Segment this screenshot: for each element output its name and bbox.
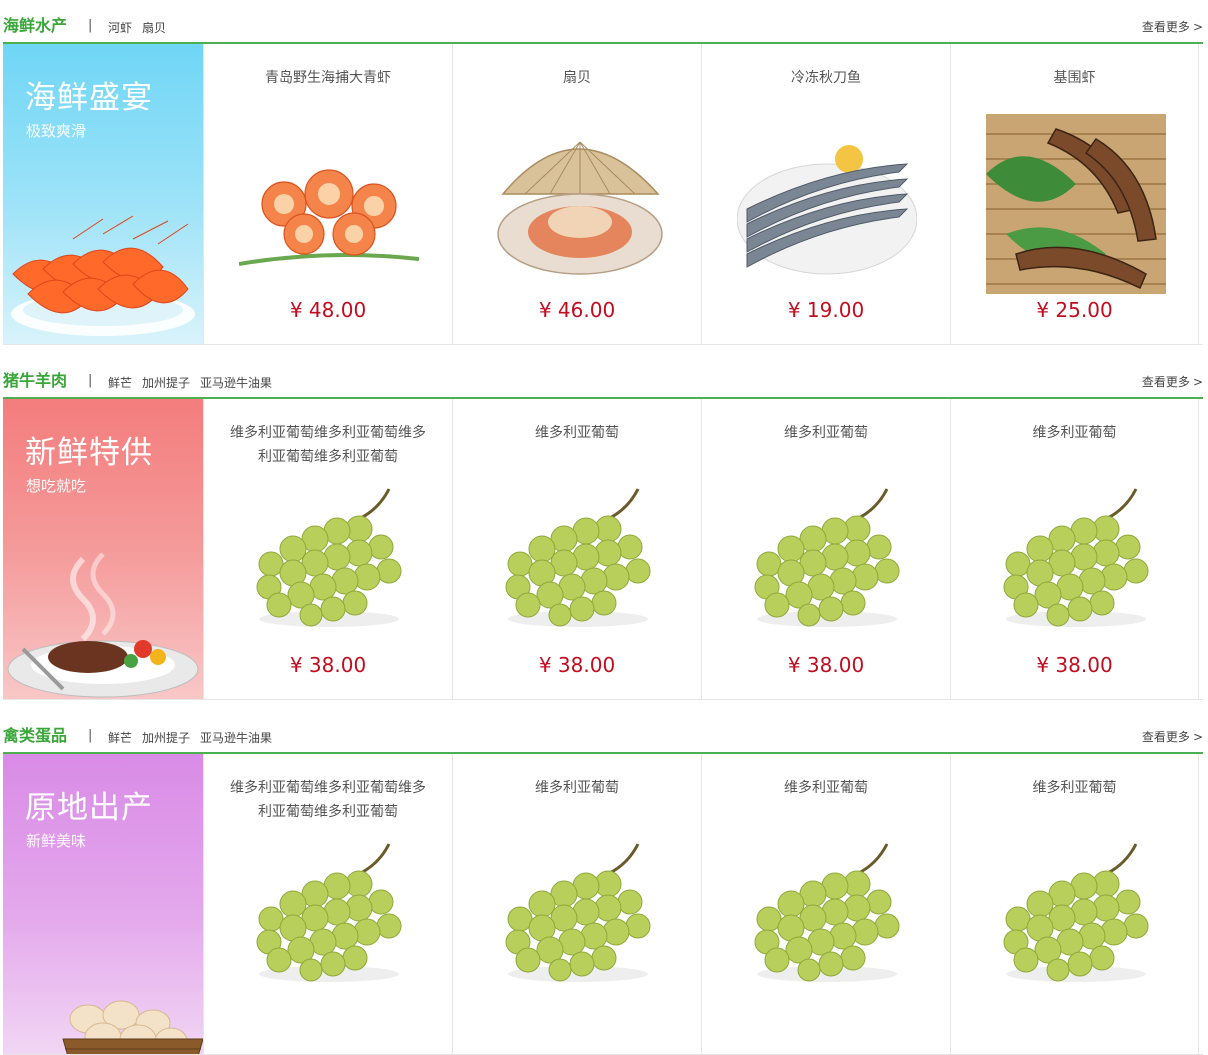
grapes-image[interactable]	[488, 824, 668, 1004]
product-name[interactable]: 维多利亚葡萄维多利亚葡萄维多利亚葡萄维多利亚葡萄	[224, 776, 432, 824]
tag-list: 鲜芒 加州提子 亚马逊牛油果	[108, 374, 282, 391]
header-separator: |	[88, 373, 93, 388]
product-name[interactable]: 维多利亚葡萄	[971, 421, 1178, 445]
product-card[interactable]: 维多利亚葡萄维多利亚葡萄维多利亚葡萄维多利亚葡萄	[203, 754, 452, 1054]
product-card[interactable]: 冷冻秋刀鱼 ¥ 19.00	[701, 44, 950, 344]
section-seafood: 海鲜水产 | 河虾 扇贝 查看更多 > 海鲜盛宴 极致爽滑 青岛野生海捕大青虾 …	[3, 0, 1203, 345]
grapes-image[interactable]	[239, 469, 419, 649]
tag-list: 鲜芒 加州提子 亚马逊牛油果	[108, 729, 282, 746]
view-more-link[interactable]: 查看更多 >	[1142, 373, 1203, 390]
tag-link[interactable]: 加州提子	[142, 731, 190, 745]
product-price: ¥ 46.00	[538, 298, 616, 322]
steak-plate-image	[7, 552, 199, 698]
product-card[interactable]: 扇贝 ¥ 46.00	[452, 44, 701, 344]
section-poultry: 禽类蛋品 | 鲜芒 加州提子 亚马逊牛油果 查看更多 > 原地出产 新鲜美味 维多利亚…	[3, 710, 1203, 1055]
product-price: ¥ 38.00	[289, 653, 367, 677]
product-name[interactable]: 维多利亚葡萄	[473, 421, 681, 445]
product-card[interactable]: 青岛野生海捕大青虾 ¥ 48.00	[203, 44, 452, 344]
shrimp-image[interactable]	[239, 114, 419, 294]
product-price: ¥ 25.00	[1036, 298, 1113, 322]
product-name[interactable]: 维多利亚葡萄	[722, 776, 930, 800]
product-name[interactable]: 维多利亚葡萄	[722, 421, 930, 445]
view-more-label: 查看更多	[1141, 730, 1190, 744]
grapes-image[interactable]	[737, 469, 917, 649]
egg-basket-image	[62, 1000, 203, 1054]
section-body: 海鲜盛宴 极致爽滑 青岛野生海捕大青虾 ¥ 48.00 扇贝 ¥ 46.00 冷…	[3, 44, 1203, 345]
promo-banner[interactable]: 原地出产 新鲜美味	[3, 754, 203, 1054]
product-name[interactable]: 维多利亚葡萄	[473, 776, 681, 800]
product-card[interactable]: 维多利亚葡萄 ¥ 38.00	[452, 399, 701, 699]
tag-link[interactable]: 加州提子	[142, 376, 190, 390]
scallop-image[interactable]	[488, 114, 668, 294]
product-card[interactable]: 维多利亚葡萄 ¥ 38.00	[701, 399, 950, 699]
tag-list: 河虾 扇贝	[108, 19, 176, 36]
grapes-image[interactable]	[986, 469, 1166, 649]
header-separator: |	[88, 728, 93, 743]
view-more-label: 查看更多	[1141, 375, 1190, 389]
tag-link[interactable]: 鲜芒	[108, 731, 132, 745]
view-more-link[interactable]: 查看更多 >	[1142, 728, 1203, 745]
promo-banner[interactable]: 海鲜盛宴 极致爽滑	[3, 44, 203, 344]
product-name[interactable]: 维多利亚葡萄维多利亚葡萄维多利亚葡萄维多利亚葡萄	[224, 421, 432, 469]
view-more-label: 查看更多	[1141, 20, 1190, 34]
product-card[interactable]: 维多利亚葡萄	[452, 754, 701, 1054]
tag-link[interactable]: 鲜芒	[108, 376, 132, 390]
product-card[interactable]: 维多利亚葡萄	[701, 754, 950, 1054]
banner-title: 原地出产	[25, 790, 153, 826]
product-card[interactable]: 维多利亚葡萄维多利亚葡萄维多利亚葡萄维多利亚葡萄 ¥ 38.00	[203, 399, 452, 699]
tag-link[interactable]: 亚马逊牛油果	[200, 731, 272, 745]
section-header: 海鲜水产 | 河虾 扇贝 查看更多 >	[3, 0, 1203, 44]
product-card[interactable]: 维多利亚葡萄 ¥ 38.00	[950, 399, 1199, 699]
chevron-right-icon: >	[1192, 20, 1203, 34]
shrimp-platter-image	[11, 215, 195, 336]
product-name[interactable]: 冷冻秋刀鱼	[722, 66, 930, 90]
product-price: ¥ 38.00	[538, 653, 616, 677]
chevron-right-icon: >	[1192, 375, 1203, 389]
saury-fish-image[interactable]	[737, 114, 917, 294]
product-price: ¥ 38.00	[1036, 653, 1113, 677]
view-more-link[interactable]: 查看更多 >	[1142, 18, 1203, 35]
banner-title: 海鲜盛宴	[25, 80, 153, 116]
section-body: 新鲜特供 想吃就吃 维多利亚葡萄维多利亚葡萄维多利亚葡萄维多利亚葡萄 ¥ 38.…	[3, 399, 1203, 700]
section-body: 原地出产 新鲜美味 维多利亚葡萄维多利亚葡萄维多利亚葡萄维多利亚葡萄 维多利亚葡…	[3, 754, 1203, 1055]
section-meat: 猪牛羊肉 | 鲜芒 加州提子 亚马逊牛油果 查看更多 > 新鲜特供 想吃就吃 维多利亚…	[3, 355, 1203, 700]
section-title[interactable]: 海鲜水产	[3, 12, 67, 36]
product-name[interactable]: 基围虾	[971, 66, 1178, 90]
tag-link[interactable]: 河虾	[108, 21, 132, 35]
tag-link[interactable]: 亚马逊牛油果	[200, 376, 272, 390]
product-price: ¥ 38.00	[787, 653, 865, 677]
banner-subtitle: 极致爽滑	[26, 122, 87, 140]
grapes-image[interactable]	[239, 824, 419, 1004]
banner-title: 新鲜特供	[25, 435, 153, 471]
product-name[interactable]: 青岛野生海捕大青虾	[224, 66, 432, 90]
product-price: ¥ 48.00	[289, 298, 367, 322]
grapes-image[interactable]	[986, 824, 1166, 1004]
section-title[interactable]: 猪牛羊肉	[3, 367, 67, 391]
product-price: ¥ 19.00	[787, 298, 865, 322]
product-card[interactable]: 维多利亚葡萄	[950, 754, 1199, 1054]
tiger-prawn-image[interactable]	[986, 114, 1166, 294]
section-title[interactable]: 禽类蛋品	[3, 722, 67, 746]
product-name[interactable]: 扇贝	[473, 66, 681, 90]
product-name[interactable]: 维多利亚葡萄	[971, 776, 1178, 800]
product-card[interactable]: 基围虾 ¥ 25.00	[950, 44, 1199, 344]
section-header: 禽类蛋品 | 鲜芒 加州提子 亚马逊牛油果 查看更多 >	[3, 710, 1203, 754]
section-header: 猪牛羊肉 | 鲜芒 加州提子 亚马逊牛油果 查看更多 >	[3, 355, 1203, 399]
grapes-image[interactable]	[737, 824, 917, 1004]
tag-link[interactable]: 扇贝	[142, 21, 166, 35]
banner-subtitle: 想吃就吃	[26, 477, 87, 495]
promo-banner[interactable]: 新鲜特供 想吃就吃	[3, 399, 203, 699]
header-separator: |	[88, 18, 93, 33]
banner-subtitle: 新鲜美味	[26, 832, 87, 850]
grapes-image[interactable]	[488, 469, 668, 649]
chevron-right-icon: >	[1192, 730, 1203, 744]
